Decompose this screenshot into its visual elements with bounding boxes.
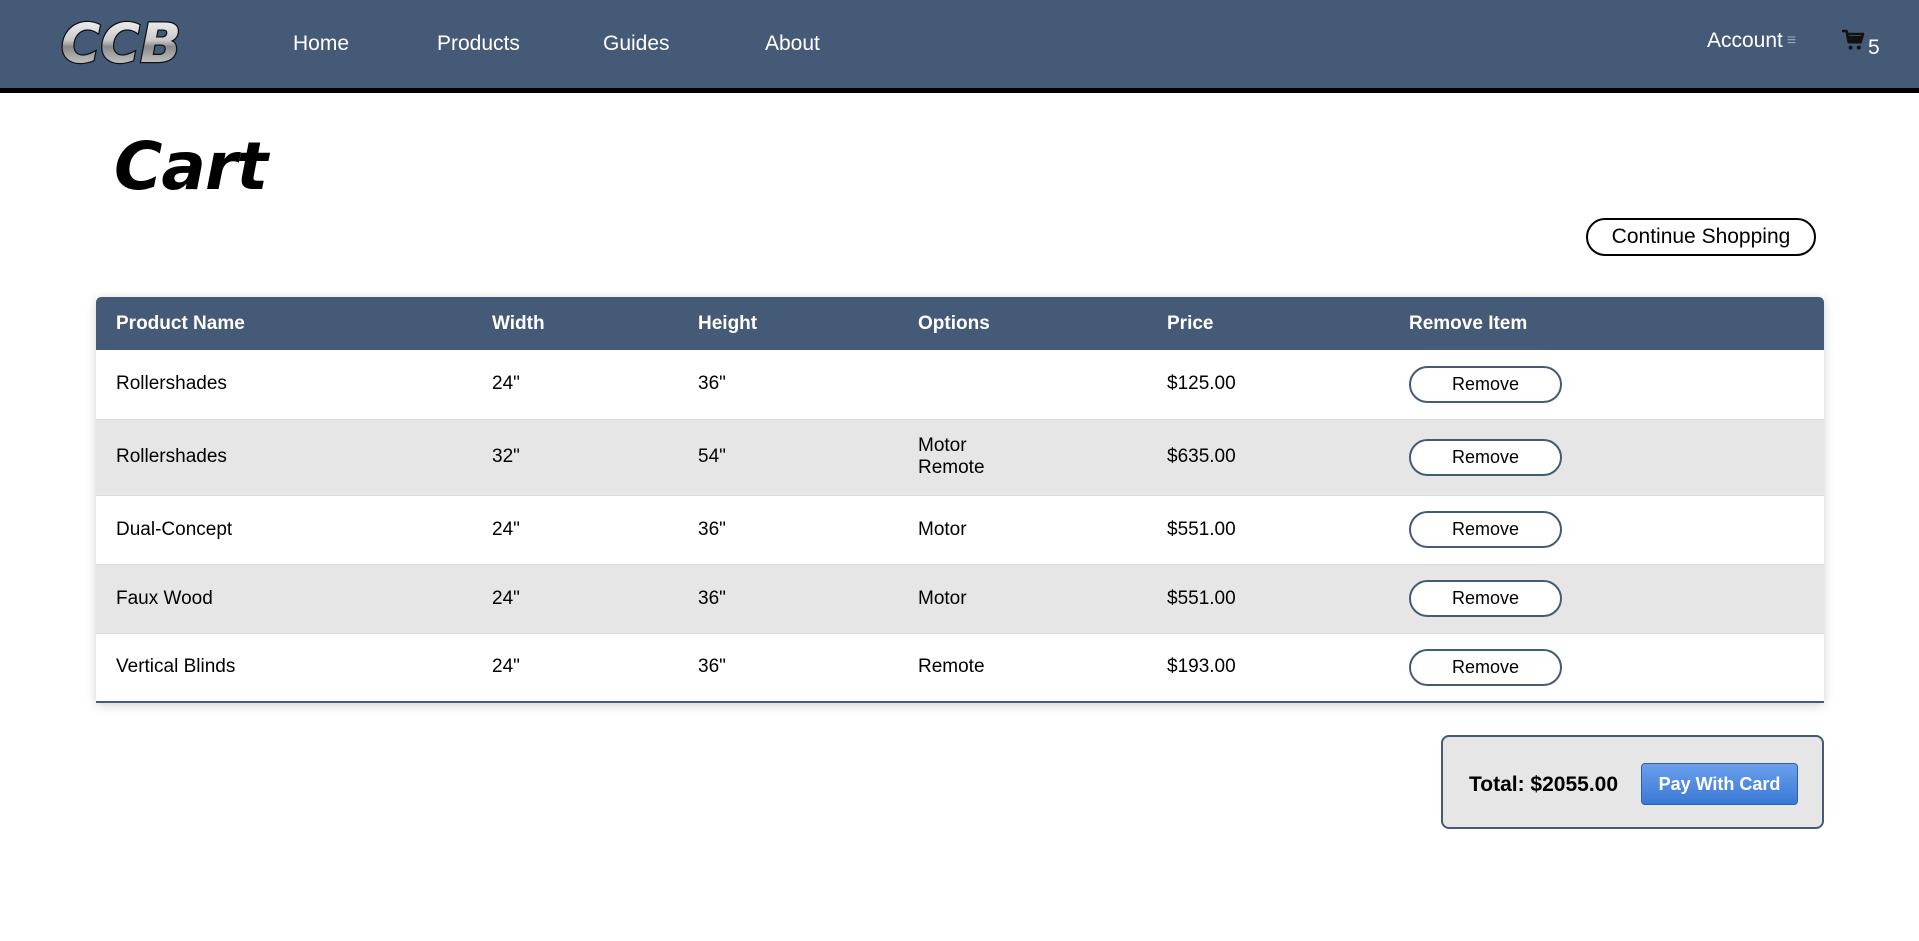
nav-products-link[interactable]: Products (437, 32, 520, 56)
remove-button[interactable]: Remove (1409, 580, 1562, 617)
option-item: Motor (918, 435, 967, 456)
header-price: Price (1147, 297, 1389, 350)
width-cell: 24" (492, 373, 520, 395)
height-cell: 36" (678, 494, 898, 564)
cart-total: Total: $2055.00 (1469, 773, 1619, 796)
option-item: Remote (918, 457, 985, 478)
cart-icon (1842, 28, 1866, 52)
options-cell: Motor (898, 494, 1147, 564)
menu-icon: ≡ (1786, 32, 1797, 49)
table-row: Dual-Concept 24" 36" Motor $551.00 Remov… (96, 494, 1824, 564)
ccb-logo[interactable]: CCB (48, 14, 194, 72)
options-cell: Remote (898, 632, 1147, 702)
remove-button[interactable]: Remove (1409, 365, 1562, 403)
header-height: Height (678, 297, 898, 350)
top-navbar: CCB Home Products Guides About Account ≡… (0, 0, 1919, 93)
table-row: Rollershades 32" 54" Motor Remote $635.0… (96, 418, 1824, 495)
header-product-name: Product Name (96, 297, 472, 350)
option-item: Remote (918, 656, 985, 678)
options-cell: Motor (898, 563, 1147, 633)
remove-button[interactable]: Remove (1409, 438, 1562, 476)
table-header-row: Product Name Width Height Options Price … (96, 297, 1824, 350)
logo-text: CCB (61, 14, 181, 72)
checkout-summary: Total: $2055.00 Pay With Card (1441, 735, 1824, 829)
page-title: Cart (114, 128, 268, 205)
price-cell: $635.00 (1147, 418, 1389, 495)
height-cell: 36" (698, 373, 726, 395)
width-cell: 32" (472, 418, 678, 495)
table-row: Vertical Blinds 24" 36" Remote $193.00 R… (96, 632, 1824, 702)
price-cell: $551.00 (1147, 494, 1389, 564)
price-cell: $193.00 (1147, 632, 1389, 702)
cart-table: Product Name Width Height Options Price … (96, 297, 1824, 703)
account-label: Account (1707, 29, 1783, 52)
width-cell: 24" (472, 632, 678, 702)
product-name-cell: Rollershades (96, 418, 472, 495)
options-cell: Motor Remote (898, 418, 1147, 495)
product-name-cell: Rollershades (116, 373, 227, 395)
nav-guides-link[interactable]: Guides (603, 32, 670, 56)
height-cell: 36" (678, 563, 898, 633)
nav-about-link[interactable]: About (765, 32, 820, 56)
options-cell (898, 350, 1147, 419)
pay-with-card-button[interactable]: Pay With Card (1641, 763, 1798, 805)
header-remove-item: Remove Item (1389, 297, 1824, 350)
product-name-cell: Vertical Blinds (96, 632, 472, 702)
product-name-cell: Faux Wood (96, 563, 472, 633)
price-cell: $125.00 (1167, 373, 1236, 395)
table-row: Faux Wood 24" 36" Motor $551.00 Remove (96, 563, 1824, 633)
header-width: Width (472, 297, 678, 350)
continue-shopping-button[interactable]: Continue Shopping (1586, 218, 1816, 256)
option-item: Motor (918, 518, 967, 540)
height-cell: 54" (678, 418, 898, 495)
height-cell: 36" (678, 632, 898, 702)
cart-link[interactable]: 5 (1842, 28, 1880, 58)
width-cell: 24" (472, 494, 678, 564)
width-cell: 24" (472, 563, 678, 633)
table-row: Rollershades 24" 36" $125.00 Remove (96, 350, 1824, 419)
cart-count-badge: 5 (1868, 36, 1880, 59)
option-item: Motor (918, 587, 967, 609)
nav-home-link[interactable]: Home (293, 32, 349, 56)
account-menu[interactable]: Account ≡ (1707, 29, 1796, 53)
product-name-cell: Dual-Concept (96, 494, 472, 564)
header-options: Options (898, 297, 1147, 350)
remove-button[interactable]: Remove (1409, 648, 1562, 686)
remove-button[interactable]: Remove (1409, 511, 1562, 548)
price-cell: $551.00 (1147, 563, 1389, 633)
